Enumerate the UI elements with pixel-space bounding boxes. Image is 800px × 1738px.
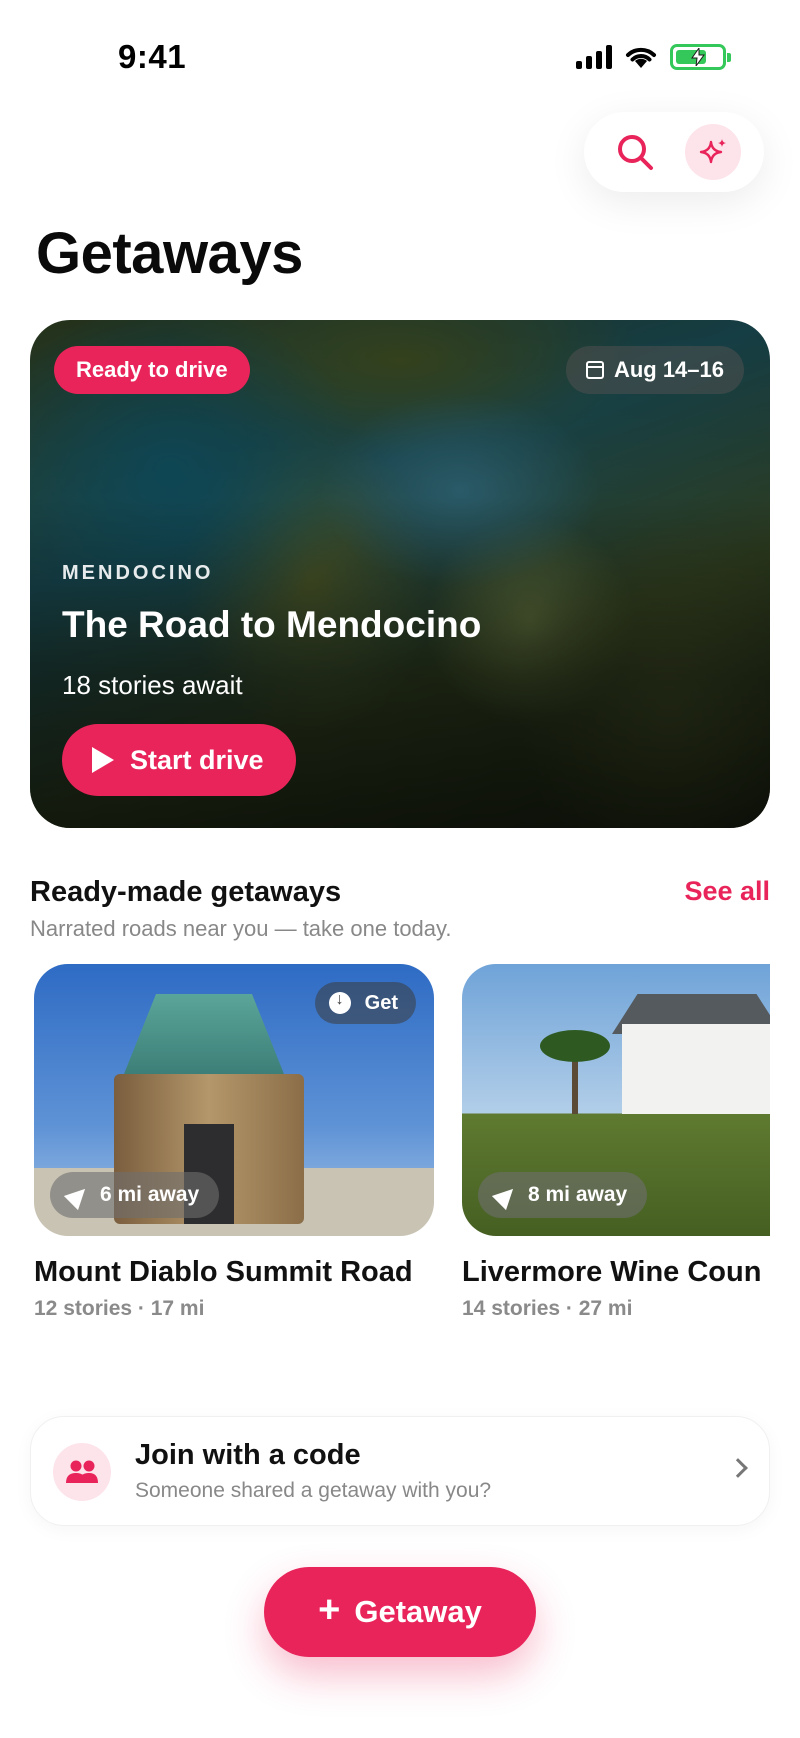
- date-pill: Aug 14–16: [565, 346, 744, 394]
- group-icon: [53, 1443, 111, 1501]
- distance-label: 8 mi away: [528, 1183, 628, 1206]
- join-with-code-card[interactable]: Join with a code Someone shared a getawa…: [30, 1416, 770, 1526]
- status-bar: 9:41: [0, 0, 800, 110]
- getaway-image: 8 mi away: [462, 964, 770, 1236]
- getaway-meta: 14 stories · 27 mi: [462, 1297, 633, 1320]
- distance-pill: 6 mi away: [50, 1172, 220, 1218]
- getaway-card[interactable]: Get 6 mi away Mount Diablo Summit Road 1…: [34, 964, 434, 1321]
- getaway-title: Livermore Wine Coun: [462, 1256, 762, 1288]
- hero-title: The Road to Mendocino: [62, 604, 482, 645]
- hero-subtitle: 18 stories await: [62, 670, 243, 700]
- play-icon: [92, 747, 114, 773]
- distance-pill: 8 mi away: [478, 1172, 648, 1218]
- location-arrow-icon: [491, 1181, 521, 1211]
- wifi-icon: [626, 47, 656, 68]
- getaway-card[interactable]: 8 mi away Livermore Wine Coun 14 stories…: [462, 964, 770, 1321]
- see-all-link[interactable]: See all: [684, 876, 770, 907]
- ai-assist-button[interactable]: [685, 124, 741, 180]
- search-icon: [618, 135, 653, 170]
- cellular-signal-icon: [576, 45, 612, 69]
- ready-badge: Ready to drive: [54, 346, 250, 394]
- sparkles-icon: [699, 139, 726, 164]
- add-getaway-button[interactable]: + Getaway: [264, 1567, 536, 1657]
- search-button[interactable]: [607, 124, 663, 180]
- section-title: Ready-made getaways: [30, 876, 342, 908]
- get-button[interactable]: Get: [314, 982, 416, 1024]
- getaway-image: Get 6 mi away: [34, 964, 434, 1236]
- battery-icon: [670, 44, 731, 70]
- getaway-meta: 12 stories · 17 mi: [34, 1297, 205, 1320]
- getaway-carousel[interactable]: Get 6 mi away Mount Diablo Summit Road 1…: [0, 964, 770, 1334]
- status-time: 9:41: [118, 38, 187, 75]
- get-label: Get: [364, 991, 398, 1014]
- page-title: Getaways: [36, 221, 303, 286]
- date-label: Aug 14–16: [613, 357, 724, 382]
- section-subtitle: Narrated roads near you — take one today…: [30, 916, 452, 941]
- add-getaway-label: Getaway: [354, 1594, 482, 1629]
- top-actions: [584, 112, 764, 192]
- chevron-right-icon: [728, 1458, 748, 1478]
- calendar-icon: [585, 361, 604, 379]
- distance-label: 6 mi away: [100, 1183, 200, 1206]
- location-arrow-icon: [63, 1181, 93, 1211]
- download-icon: [328, 991, 351, 1014]
- join-title: Join with a code: [135, 1439, 361, 1471]
- join-subtitle: Someone shared a getaway with you?: [135, 1479, 492, 1502]
- getaway-title: Mount Diablo Summit Road: [34, 1256, 413, 1288]
- start-drive-button[interactable]: Start drive: [62, 724, 296, 796]
- featured-getaway-card[interactable]: Ready to drive Aug 14–16 MENDOCINO The R…: [30, 320, 770, 828]
- start-drive-label: Start drive: [130, 744, 264, 775]
- region-label: MENDOCINO: [62, 562, 214, 584]
- status-icons: [576, 44, 731, 70]
- plus-icon: +: [318, 1589, 341, 1631]
